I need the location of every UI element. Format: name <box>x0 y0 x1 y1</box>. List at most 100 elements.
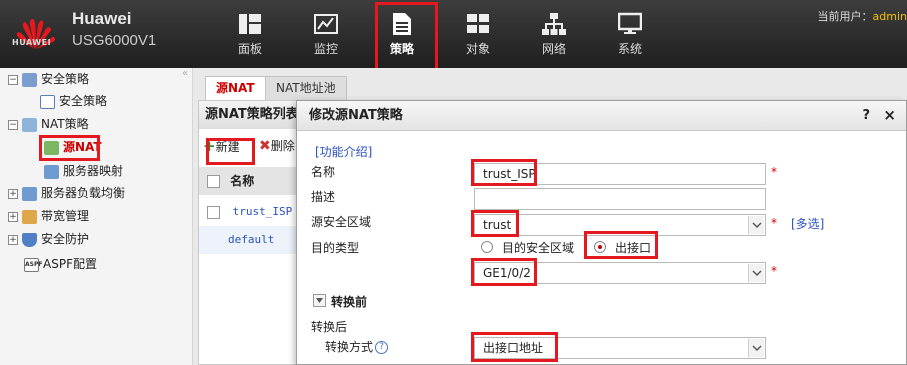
table-row[interactable]: default <box>199 226 307 254</box>
delete-button[interactable]: ✖删除 <box>259 137 295 154</box>
nat-folder-icon <box>22 117 37 132</box>
dest-zone-radio[interactable] <box>481 241 493 253</box>
triangle-down-icon <box>316 298 323 303</box>
name-label: 名称 <box>311 165 336 179</box>
description-label: 描述 <box>311 190 336 204</box>
description-field[interactable] <box>474 188 766 210</box>
collapse-minus-icon[interactable]: − <box>8 74 18 85</box>
collapse-section-button[interactable] <box>313 294 326 307</box>
highlight-new-button <box>206 138 255 165</box>
table-row[interactable]: trust_ISP <box>199 198 307 226</box>
server-mapping-icon <box>44 164 59 179</box>
sidebar-item-aspf[interactable]: ASPFASPF配置 <box>24 255 97 273</box>
nav-monitor[interactable]: 监控 <box>296 0 356 68</box>
brand-name: Huawei <box>72 9 132 28</box>
select-all-checkbox[interactable] <box>207 175 220 188</box>
collapse-minus-icon[interactable]: − <box>8 119 18 130</box>
policy-folder-icon <box>22 72 37 87</box>
objects-icon <box>467 14 489 33</box>
sidebar-item-label: 带宽管理 <box>41 209 90 223</box>
sidebar-item-security-policy-group[interactable]: − 安全策略 <box>8 70 89 88</box>
dashboard-icon <box>239 14 261 34</box>
shield-icon <box>22 232 37 247</box>
list-header-row: 名称 <box>199 167 307 195</box>
sidebar-item-label: 服务器负载均衡 <box>41 186 126 200</box>
dest-zone-option-label[interactable]: 目的安全区域 <box>502 239 574 256</box>
highlight-source-nat <box>39 135 100 161</box>
before-section-title: 转换前 <box>331 295 368 309</box>
sidebar-item-label: 安全防护 <box>41 232 90 246</box>
required-mark: * <box>771 216 777 230</box>
source-zone-label: 源安全区域 <box>311 215 372 229</box>
row-checkbox[interactable] <box>207 205 220 219</box>
sidebar-item-label: 服务器映射 <box>63 164 124 178</box>
close-button[interactable]: × <box>883 106 896 124</box>
column-name-header: 名称 <box>230 174 255 188</box>
chevron-down-icon[interactable] <box>748 339 764 357</box>
translation-mode-label: 转换方式? <box>325 338 389 355</box>
top-bar: HUAWEI Huawei USG6000V1 面板 监控 策略 对象 网络 系… <box>0 0 907 72</box>
after-section-title: 转换后 <box>311 320 348 334</box>
row-name[interactable]: trust_ISP <box>233 205 293 218</box>
delete-x-icon: ✖ <box>259 138 271 154</box>
current-user-name[interactable]: admin <box>873 10 907 23</box>
sidebar-item-server-mapping[interactable]: 服务器映射 <box>44 162 123 180</box>
load-balance-icon <box>22 186 37 201</box>
nav-monitor-label: 监控 <box>313 42 338 56</box>
list-panel-title: 源NAT策略列表 <box>199 101 307 129</box>
expand-plus-icon[interactable]: + <box>8 234 18 245</box>
expand-plus-icon[interactable]: + <box>8 188 18 199</box>
nav-network-label: 网络 <box>541 42 566 56</box>
required-mark: * <box>771 264 777 278</box>
delete-button-label: 删除 <box>270 139 295 153</box>
chevron-down-icon[interactable] <box>748 264 764 282</box>
sidebar-item-label: 安全策略 <box>41 72 90 86</box>
help-button[interactable]: ? <box>862 108 870 123</box>
policy-page-icon <box>40 94 55 109</box>
sidebar-item-nat-policy-group[interactable]: − NAT策略 <box>8 115 89 133</box>
bandwidth-icon <box>22 209 37 224</box>
sidebar-item-label: ASPF配置 <box>43 257 97 271</box>
product-brand: Huawei USG6000V1 <box>72 8 156 52</box>
highlight-name-field <box>471 159 537 186</box>
sidebar-item-security-protection[interactable]: + 安全防护 <box>8 230 89 248</box>
nav-network[interactable]: 网络 <box>524 0 584 68</box>
nav-dashboard[interactable]: 面板 <box>220 0 280 68</box>
highlight-source-zone <box>471 210 519 237</box>
aspf-icon: ASPF <box>24 257 42 272</box>
sidebar-item-security-policy[interactable]: 安全策略 <box>40 92 107 110</box>
logo-text: HUAWEI <box>12 38 52 47</box>
brand-model: USG6000V1 <box>72 32 157 49</box>
highlight-interface-select <box>471 258 537 286</box>
current-user: 当前用户：admin <box>818 8 907 24</box>
nav-dashboard-label: 面板 <box>237 42 262 56</box>
highlight-nav-policy <box>375 2 438 72</box>
nav-objects-label: 对象 <box>465 42 490 56</box>
help-question-icon[interactable]: ? <box>375 341 389 354</box>
expand-plus-icon[interactable]: + <box>8 211 18 222</box>
nav-system-label: 系统 <box>617 42 642 56</box>
translation-mode-label-text: 转换方式 <box>325 340 374 354</box>
row-name[interactable]: default <box>228 233 274 246</box>
multi-select-link[interactable]: [多选] <box>791 215 824 232</box>
function-intro-link[interactable]: [功能介绍] <box>315 143 372 160</box>
sidebar-item-label: 安全策略 <box>59 94 108 108</box>
highlight-dest-interface <box>584 231 658 259</box>
sidebar-collapse-button[interactable]: « <box>182 68 188 79</box>
monitor-chart-icon <box>314 14 338 34</box>
highlight-translation-mode <box>471 332 558 362</box>
tab-source-nat[interactable]: 源NAT <box>205 76 266 100</box>
sidebar-item-server-load-balance[interactable]: + 服务器负载均衡 <box>8 184 125 202</box>
tab-nat-address-pool[interactable]: NAT地址池 <box>265 76 347 100</box>
sidebar-item-label: NAT策略 <box>41 117 89 131</box>
sidebar-item-bandwidth[interactable]: + 带宽管理 <box>8 207 89 225</box>
current-user-label: 当前用户： <box>817 10 873 23</box>
chevron-down-icon[interactable] <box>748 216 764 234</box>
huawei-logo-icon <box>16 19 55 49</box>
required-mark: * <box>771 165 777 179</box>
dialog-title: 修改源NAT策略 <box>297 101 906 131</box>
destination-type-label: 目的类型 <box>311 241 360 255</box>
system-computer-icon <box>618 12 642 34</box>
nav-objects[interactable]: 对象 <box>448 0 508 68</box>
nav-system[interactable]: 系统 <box>600 0 660 68</box>
